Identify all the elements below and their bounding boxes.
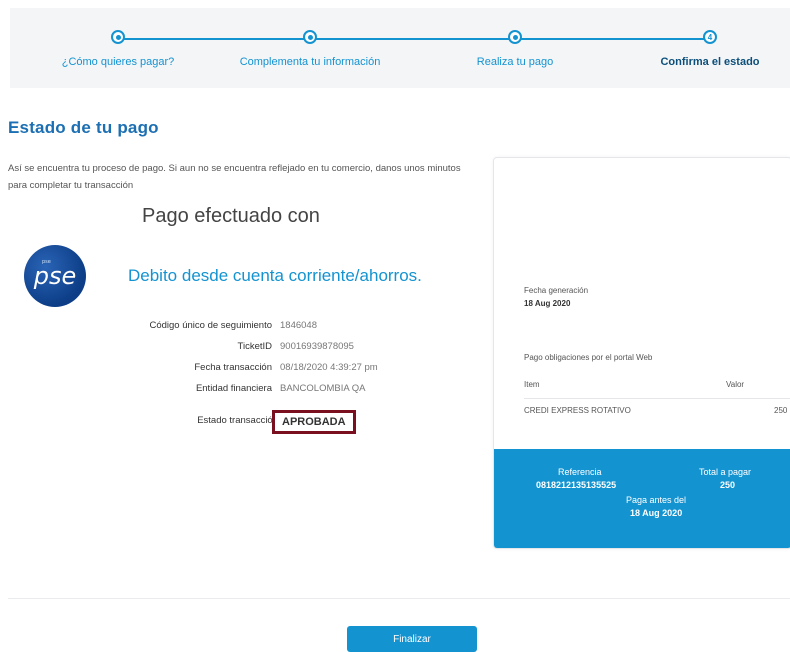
step-check-icon <box>111 30 125 44</box>
item-name: CREDI EXPRESS ROTATIVO <box>524 406 631 415</box>
detail-label: Código único de seguimiento <box>149 320 272 331</box>
generation-label: Fecha generación <box>524 286 589 295</box>
payment-summary-card: Fecha generación 18 Aug 2020 Pago obliga… <box>493 157 790 549</box>
step-check-icon <box>303 30 317 44</box>
payment-footer: Referencia 0818212135135525 Total a paga… <box>494 449 790 548</box>
intro-text: Así se encuentra tu proceso de pago. Si … <box>8 163 461 191</box>
pse-logo-small-text: pse <box>42 259 51 265</box>
step-label: Realiza tu pago <box>476 56 554 68</box>
detail-label: Fecha transacción <box>194 362 272 373</box>
column-value: Valor <box>726 380 745 389</box>
total-label: Total a pagar <box>699 467 752 477</box>
paid-with-heading: Pago efectuado con <box>142 205 320 227</box>
step-label: Confirma el estado <box>660 56 760 68</box>
step-label: ¿Cómo quieres pagar? <box>61 56 175 68</box>
pse-logo: pse pse <box>24 245 86 307</box>
card-description: Pago obligaciones por el portal Web <box>524 353 653 362</box>
table-divider <box>524 398 790 399</box>
step-check-icon <box>508 30 522 44</box>
generation-date: 18 Aug 2020 <box>524 299 571 308</box>
step-label: Complementa tu información <box>239 56 381 68</box>
pse-logo-text: pse <box>33 262 77 290</box>
reference-label: Referencia <box>558 467 602 477</box>
column-item: Item <box>524 380 540 389</box>
pay-before-date: 18 Aug 2020 <box>630 508 683 518</box>
bottom-divider <box>8 598 790 599</box>
stepper-line <box>118 38 710 40</box>
progress-stepper: ¿Cómo quieres pagar? Complementa tu info… <box>10 8 790 88</box>
detail-label: Estado transacción <box>197 415 278 426</box>
reference-value: 0818212135135525 <box>536 480 617 490</box>
total-value: 250 <box>720 480 736 490</box>
finish-button[interactable]: Finalizar <box>347 626 477 652</box>
item-value: 250 <box>774 406 788 415</box>
payment-method: Debito desde cuenta corriente/ahorros. <box>128 266 422 285</box>
pay-before-label: Paga antes del <box>626 495 687 505</box>
status-badge: APROBADA <box>272 410 356 434</box>
detail-label: TicketID <box>237 341 272 352</box>
step-number-icon: 4 <box>703 30 717 44</box>
detail-label: Entidad financiera <box>195 383 272 394</box>
page-title: Estado de tu pago <box>8 118 159 137</box>
